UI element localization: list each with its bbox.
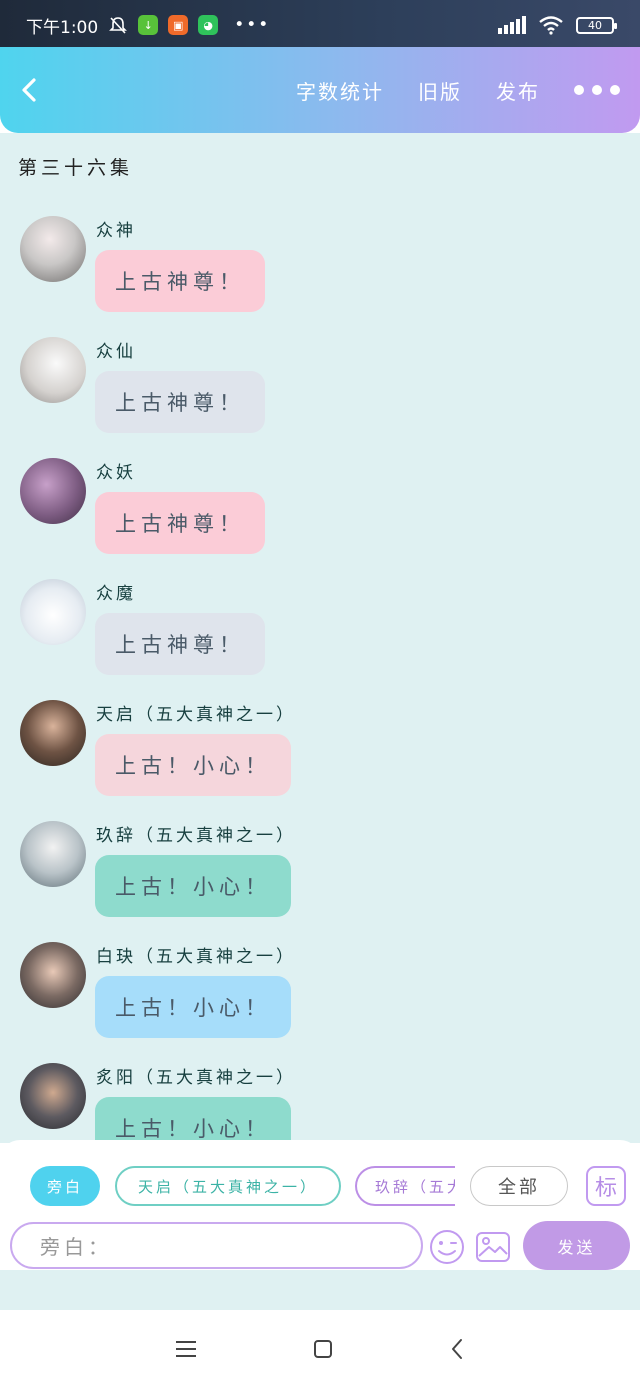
more-notifications: •••: [234, 15, 271, 35]
panel-bottom-spacer: [0, 1270, 640, 1310]
message-bubble[interactable]: 上古！小心！: [95, 734, 291, 796]
message-bubble[interactable]: 上古神尊！: [95, 613, 265, 675]
avatar[interactable]: [20, 216, 86, 282]
message-bubble[interactable]: 上古神尊！: [95, 371, 265, 433]
role-chip-all[interactable]: 全部: [470, 1166, 568, 1206]
word-count-button[interactable]: 字数统计: [296, 76, 384, 105]
battery-icon: 40: [576, 16, 617, 34]
mute-icon: [109, 17, 128, 34]
download-app-icon: ↓: [138, 15, 159, 35]
message-sender: 众妖: [96, 463, 136, 483]
menu-icon[interactable]: [176, 1340, 196, 1357]
message-bubble[interactable]: 上古神尊！: [95, 492, 265, 554]
publish-button[interactable]: 发布: [496, 76, 540, 105]
message-sender: 众仙: [96, 342, 136, 362]
chat-message: 炙阳（五大真神之一） 上古！小心！: [20, 1063, 580, 1143]
message-sender: 众神: [96, 221, 136, 241]
mark-button[interactable]: 标: [586, 1166, 626, 1206]
message-sender: 炙阳（五大真神之一）: [96, 1068, 296, 1088]
message-bubble[interactable]: 上古！小心！: [95, 855, 291, 917]
status-bar: 下午1:00 ↓ ▣ ◕ ••• 40: [0, 0, 640, 50]
role-chip-narration[interactable]: 旁白: [30, 1166, 100, 1206]
image-icon[interactable]: [474, 1228, 512, 1266]
episode-title: 第三十六集: [18, 157, 134, 179]
signal-icon: [498, 16, 526, 34]
message-bubble[interactable]: 上古！小心！: [95, 1097, 291, 1143]
avatar[interactable]: [20, 1063, 86, 1129]
wifi-icon: [539, 16, 563, 35]
chat-message: 众仙 上古神尊！: [20, 337, 580, 457]
send-button[interactable]: 发送: [523, 1221, 630, 1270]
composer-panel: 旁白 天启（五大真神之一） 玖辞（五大真神之一） 全部 标 旁白： 发送: [0, 1140, 640, 1270]
back-icon[interactable]: [450, 1338, 464, 1360]
chat-message: 玖辞（五大真神之一） 上古！小心！: [20, 821, 580, 941]
avatar[interactable]: [20, 458, 86, 524]
message-bubble[interactable]: 上古神尊！: [95, 250, 265, 312]
message-sender: 天启（五大真神之一）: [96, 705, 296, 725]
top-header: 字数统计 旧版 发布: [0, 47, 640, 133]
chat-message: 天启（五大真神之一） 上古！小心！: [20, 700, 580, 820]
chat-message: 白玦（五大真神之一） 上古！小心！: [20, 942, 580, 1062]
battery-level: 40: [588, 18, 602, 32]
avatar[interactable]: [20, 942, 86, 1008]
chat-message: 众妖 上古神尊！: [20, 458, 580, 578]
message-sender: 白玦（五大真神之一）: [96, 947, 296, 967]
chat-message: 众神 上古神尊！: [20, 216, 580, 336]
emoji-icon[interactable]: [428, 1228, 466, 1266]
message-sender: 玖辞（五大真神之一）: [96, 826, 296, 846]
more-options-icon[interactable]: [574, 85, 620, 95]
video-app-icon: ▣: [168, 15, 189, 35]
home-icon[interactable]: [314, 1339, 332, 1358]
message-input[interactable]: 旁白：: [10, 1222, 423, 1269]
role-chip-tianqi[interactable]: 天启（五大真神之一）: [115, 1166, 341, 1206]
message-sender: 众魔: [96, 584, 136, 604]
wechat-icon: ◕: [198, 15, 219, 35]
chat-message: 众魔 上古神尊！: [20, 579, 580, 699]
avatar[interactable]: [20, 337, 86, 403]
system-nav-bar: [0, 1310, 640, 1387]
avatar[interactable]: [20, 700, 86, 766]
avatar[interactable]: [20, 821, 86, 887]
status-time: 下午1:00: [26, 17, 99, 38]
message-bubble[interactable]: 上古！小心！: [95, 976, 291, 1038]
old-version-button[interactable]: 旧版: [418, 76, 462, 105]
avatar[interactable]: [20, 579, 86, 645]
chevron-left-icon: [22, 78, 36, 102]
back-button[interactable]: [20, 70, 50, 110]
chat-area[interactable]: 第三十六集 众神 上古神尊！ 众仙 上古神尊！ 众妖 上古神尊！ 众魔 上古神尊…: [0, 133, 640, 1143]
role-chip-jiuci[interactable]: 玖辞（五大真神之一）: [355, 1166, 455, 1206]
